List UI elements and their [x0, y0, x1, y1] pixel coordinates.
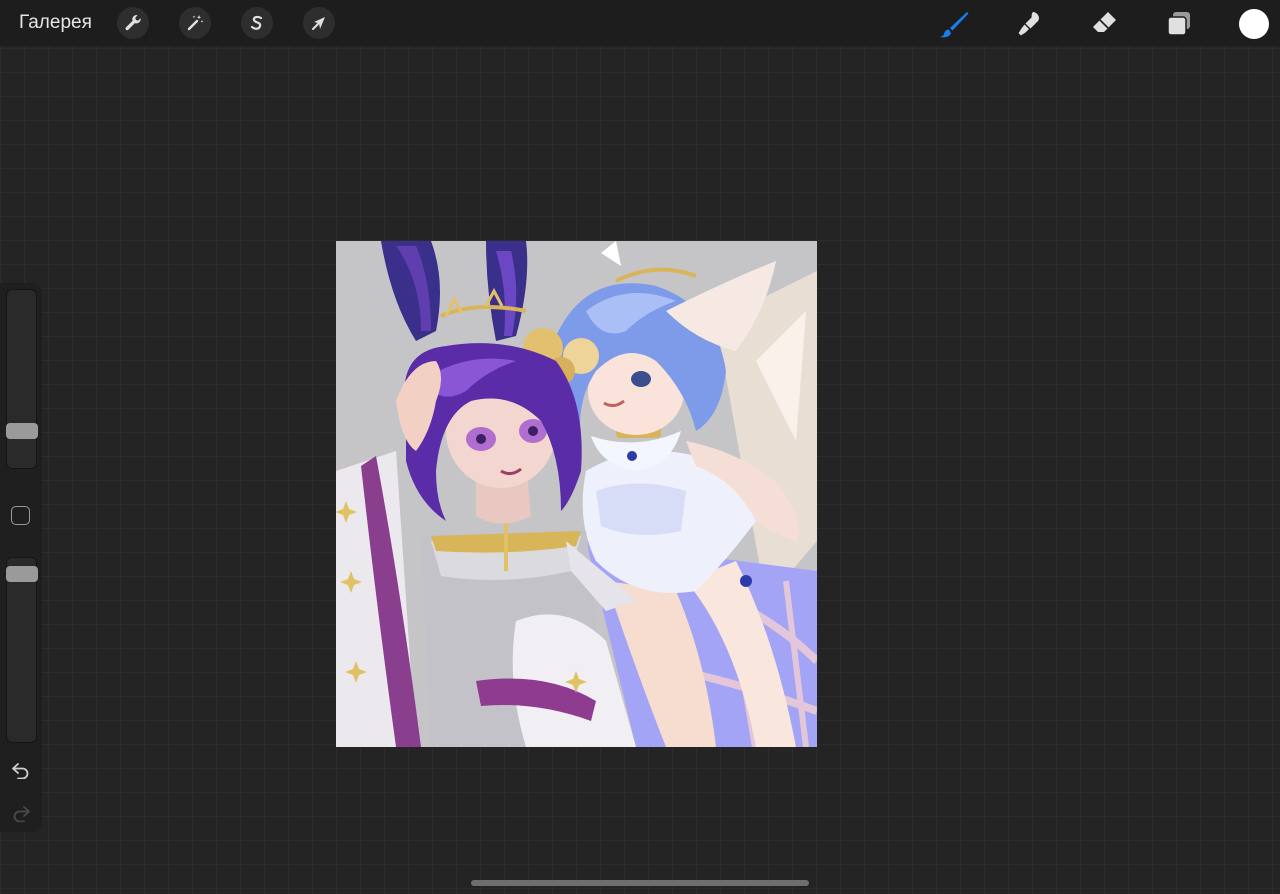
color-picker-button[interactable]	[1239, 9, 1269, 39]
brush-size-slider[interactable]	[6, 289, 37, 469]
transform-arrow-icon	[312, 17, 325, 30]
modify-button[interactable]	[11, 506, 30, 525]
home-indicator[interactable]	[471, 880, 809, 886]
left-sidebar	[0, 283, 42, 832]
brush-icon	[940, 12, 969, 38]
undo-icon	[12, 763, 29, 779]
selection-icon	[250, 15, 263, 30]
undo-button[interactable]	[9, 759, 33, 781]
magic-wand-icon	[187, 15, 204, 31]
brush-size-thumb[interactable]	[6, 423, 38, 440]
top-toolbar: Галерея	[0, 0, 1280, 46]
smudge-tool-button[interactable]	[1012, 7, 1046, 41]
gallery-button[interactable]: Галерея	[19, 12, 92, 34]
transform-button[interactable]	[303, 7, 335, 39]
smudge-icon	[1018, 12, 1039, 36]
actions-button[interactable]	[117, 7, 149, 39]
wrench-icon	[125, 15, 141, 31]
redo-button[interactable]	[9, 802, 33, 824]
drawing-canvas[interactable]	[336, 241, 817, 747]
brush-tool-button[interactable]	[937, 7, 971, 41]
layers-icon	[1167, 12, 1190, 36]
redo-icon	[13, 806, 30, 822]
adjustments-button[interactable]	[179, 7, 211, 39]
eraser-icon	[1093, 12, 1116, 32]
selection-button[interactable]	[241, 7, 273, 39]
opacity-thumb[interactable]	[6, 565, 38, 582]
opacity-slider[interactable]	[6, 557, 37, 743]
eraser-tool-button[interactable]	[1087, 7, 1121, 41]
layers-button[interactable]	[1162, 7, 1196, 41]
artwork-image	[336, 241, 817, 747]
